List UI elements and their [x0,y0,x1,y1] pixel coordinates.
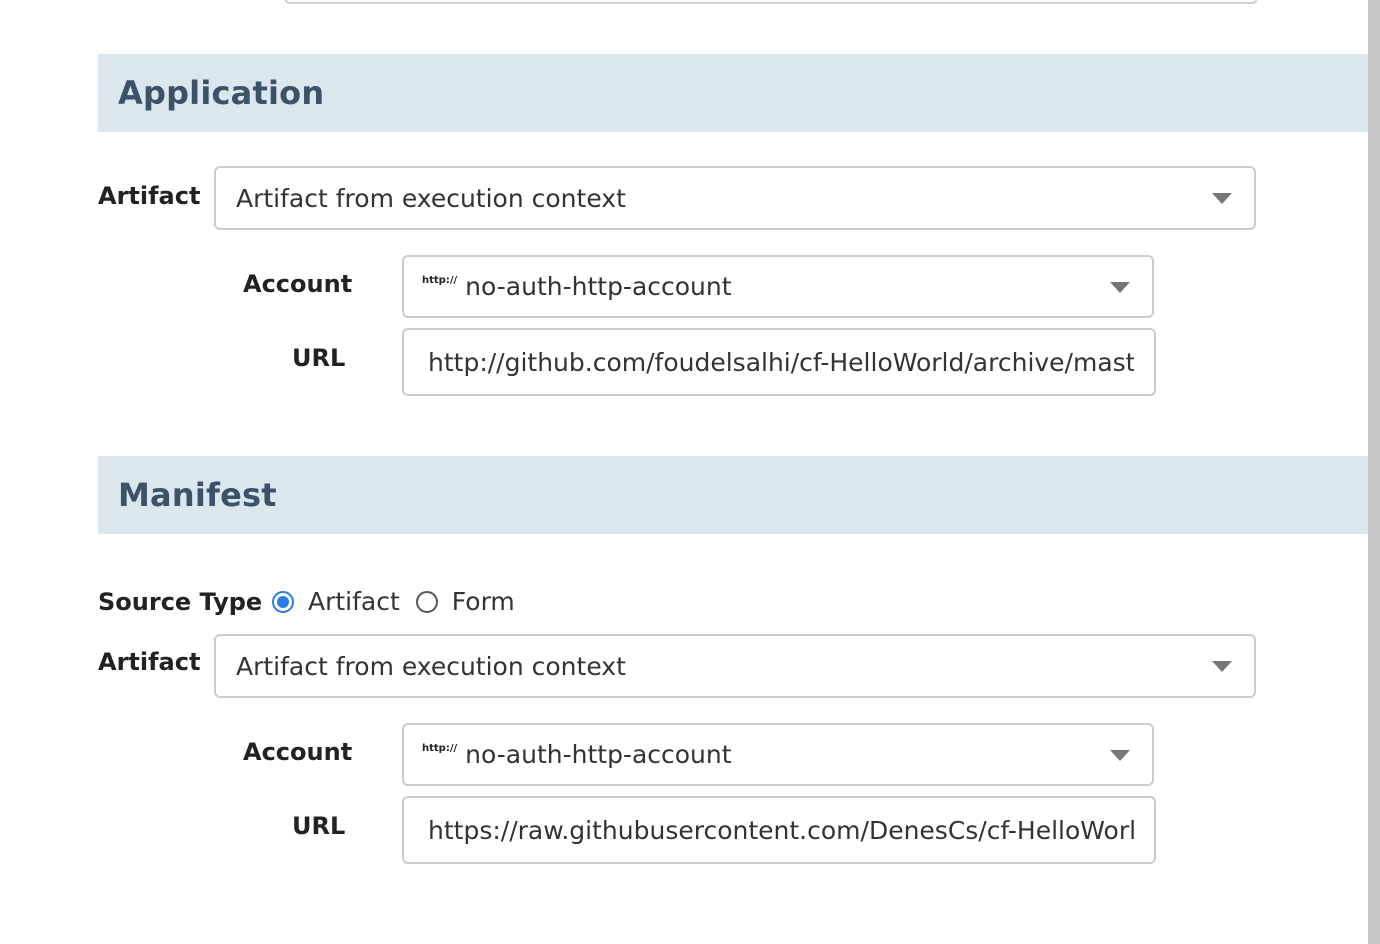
application-account-label: Account [243,270,353,298]
manifest-section-title: Manifest [118,476,277,514]
manifest-artifact-select[interactable]: Artifact from execution context [214,634,1256,698]
chevron-down-icon [1110,281,1130,293]
source-type-radio-group: Artifact Form [272,587,531,616]
chevron-down-icon [1212,193,1232,204]
manifest-account-value: no-auth-http-account [465,740,732,769]
manifest-artifact-value: Artifact from execution context [236,651,626,681]
chevron-down-icon [1212,661,1232,672]
manifest-url-input[interactable]: https://raw.githubusercontent.com/DenesC… [402,796,1156,864]
manifest-account-label: Account [243,738,353,766]
application-artifact-label: Artifact [98,182,201,210]
application-account-value: no-auth-http-account [465,272,732,301]
manifest-account-select[interactable]: http:// no-auth-http-account [402,723,1154,786]
manifest-url-label: URL [292,812,346,840]
application-url-input[interactable]: http://github.com/foudelsalhi/cf-HelloWo… [402,328,1156,396]
source-type-form-label[interactable]: Form [452,587,515,616]
manifest-section-header: Manifest [98,456,1368,534]
application-artifact-value: Artifact from execution context [236,183,626,213]
application-artifact-select[interactable]: Artifact from execution context [214,166,1256,230]
application-account-select[interactable]: http:// no-auth-http-account [402,255,1154,318]
application-section-title: Application [118,74,325,112]
manifest-artifact-label: Artifact [98,648,201,676]
chevron-down-icon [1110,749,1130,761]
source-type-artifact-radio[interactable] [272,590,294,613]
source-type-form-radio[interactable] [415,590,438,613]
application-section-header: Application [98,54,1368,132]
application-url-value: http://github.com/foudelsalhi/cf-HelloWo… [428,347,1134,377]
source-type-label: Source Type [98,588,263,616]
source-type-artifact-label[interactable]: Artifact [308,587,400,616]
manifest-url-value: https://raw.githubusercontent.com/DenesC… [428,815,1134,845]
previous-field-input[interactable] [284,0,1258,4]
http-icon: http:// [422,275,458,286]
http-icon: http:// [422,743,458,754]
application-url-label: URL [292,344,346,372]
vertical-scrollbar[interactable] [1368,0,1380,944]
